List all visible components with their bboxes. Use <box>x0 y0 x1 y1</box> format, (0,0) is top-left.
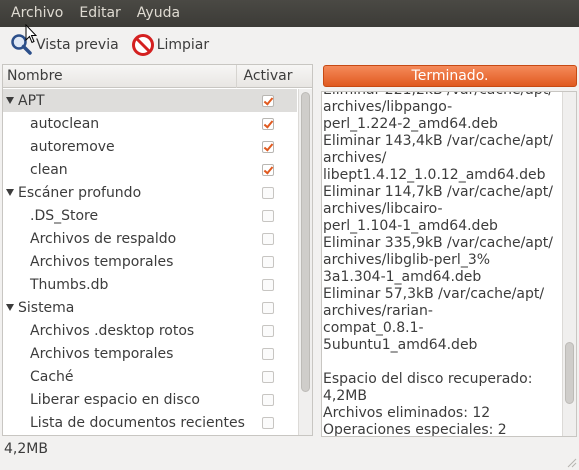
tree-row-label: Thumbs.db <box>30 276 109 293</box>
tree-row-label: Archivos de respaldo <box>30 230 177 247</box>
tree-row-label: autoclean <box>30 115 100 132</box>
tree-row[interactable]: Liberar espacio en disco <box>3 388 297 411</box>
tree-row-label: .DS_Store <box>30 207 99 224</box>
tree-row-label: APT <box>18 92 45 109</box>
activate-checkbox[interactable] <box>262 210 274 222</box>
tree-row[interactable]: Lista de documentos recientes <box>3 411 297 434</box>
tree-row-label: Liberar espacio en disco <box>30 391 200 408</box>
clear-button[interactable]: Limpiar <box>131 33 209 57</box>
log-text: Eliminar 221,2kB /var/cache/apt/ archive… <box>323 92 553 437</box>
tree-row-label: Archivos temporales <box>30 253 174 270</box>
activate-checkbox[interactable] <box>262 118 274 130</box>
activate-checkbox[interactable] <box>262 141 274 153</box>
activate-checkbox[interactable] <box>262 256 274 268</box>
activate-checkbox[interactable] <box>262 95 274 107</box>
tree-row-label: Sistema <box>18 299 75 316</box>
tree-row[interactable]: Escáner profundo <box>3 181 297 204</box>
expander-arrow-icon[interactable] <box>6 97 14 104</box>
activate-checkbox[interactable] <box>262 187 274 199</box>
activate-checkbox[interactable] <box>262 233 274 245</box>
tree-row[interactable]: autoclean <box>3 112 297 135</box>
resize-grip-icon[interactable] <box>565 456 577 468</box>
log-view[interactable]: Eliminar 221,2kB /var/cache/apt/ archive… <box>321 91 577 437</box>
activate-checkbox[interactable] <box>262 302 274 314</box>
tree-rows: APT autoclean autoremove clean Escáner profu… <box>3 89 297 434</box>
activate-checkbox[interactable] <box>262 164 274 176</box>
no-entry-icon <box>131 33 155 57</box>
tree-row[interactable]: clean <box>3 158 297 181</box>
tree-row-label: clean <box>30 161 68 178</box>
activate-checkbox[interactable] <box>262 394 274 406</box>
activate-checkbox[interactable] <box>262 348 274 360</box>
expander-arrow-icon[interactable] <box>6 189 14 196</box>
tree-header: Nombre Activar <box>3 65 312 88</box>
progress-bar: Terminado. <box>323 65 577 87</box>
tree-row[interactable]: Archivos temporales <box>3 342 297 365</box>
tree-row-label: Archivos temporales <box>30 345 174 362</box>
tree-row[interactable]: Sistema <box>3 296 297 319</box>
tree-row[interactable]: Archivos de respaldo <box>3 227 297 250</box>
tree-row-label: Escáner profundo <box>18 184 142 201</box>
tree-row[interactable]: .DS_Store <box>3 204 297 227</box>
clear-label: Limpiar <box>156 37 210 53</box>
preview-label: Vista previa <box>36 37 119 53</box>
activate-checkbox[interactable] <box>262 279 274 291</box>
menu-editar[interactable]: Editar <box>71 0 128 27</box>
log-scrollbar-thumb[interactable] <box>565 342 574 404</box>
tree-row-label: Archivos .desktop rotos <box>30 322 195 339</box>
tree-scrollbar-thumb[interactable] <box>301 92 310 392</box>
menu-archivo[interactable]: Archivo <box>2 0 71 27</box>
activate-checkbox[interactable] <box>262 417 274 429</box>
log-scrollbar[interactable] <box>562 92 576 436</box>
tree-scrollbar[interactable] <box>298 89 312 435</box>
toolbar: Vista previa Limpiar <box>0 27 579 63</box>
activate-checkbox[interactable] <box>262 325 274 337</box>
tree-row[interactable]: Caché <box>3 365 297 388</box>
mouse-cursor-icon <box>25 24 37 44</box>
tree-row[interactable]: Archivos temporales <box>3 250 297 273</box>
column-header-active[interactable]: Activar <box>237 65 299 88</box>
activate-checkbox[interactable] <box>262 371 274 383</box>
tree-row[interactable]: autoremove <box>3 135 297 158</box>
tree-row[interactable]: Thumbs.db <box>3 273 297 296</box>
tree-row[interactable]: Archivos .desktop rotos <box>3 319 297 342</box>
menu-bar: Archivo Editar Ayuda <box>0 0 579 27</box>
tree-row-label: autoremove <box>30 138 115 155</box>
column-header-name[interactable]: Nombre <box>3 65 237 88</box>
status-bar: 4,2MB <box>4 441 48 457</box>
menu-ayuda[interactable]: Ayuda <box>129 0 188 27</box>
tree-row[interactable]: APT <box>3 89 297 112</box>
tree-row-label: Lista de documentos recientes <box>30 414 245 431</box>
expander-arrow-icon[interactable] <box>6 304 14 311</box>
tree-row-label: Caché <box>30 368 74 385</box>
results-area: Terminado. Eliminar 221,2kB /var/cache/a… <box>321 63 577 437</box>
cleaner-tree: Nombre Activar APT autoclean autoremove cle… <box>2 64 313 436</box>
